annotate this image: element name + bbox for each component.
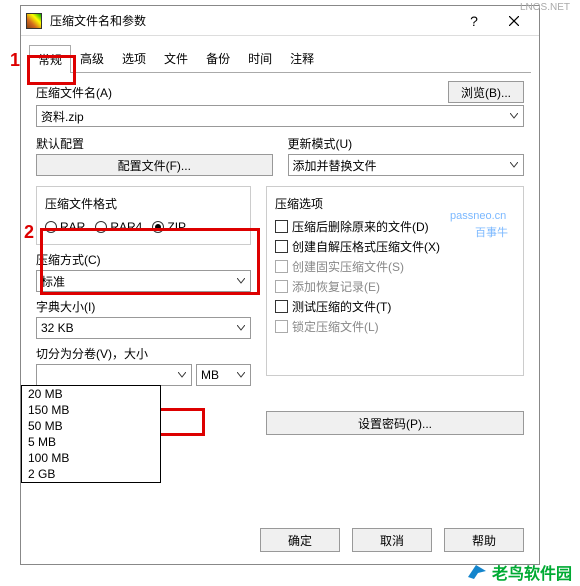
profiles-button[interactable]: 配置文件(F)... xyxy=(36,154,273,176)
radio-rar4[interactable]: RAR4 xyxy=(95,220,142,234)
radio-zip[interactable]: ZIP xyxy=(152,220,186,234)
dict-label: 字典大小(I) xyxy=(36,298,251,315)
dialog-window: 压缩文件名和参数 ? 常规 高级 选项 文件 备份 时间 注释 压缩文件名(A)… xyxy=(20,5,540,565)
split-option[interactable]: 5 MB xyxy=(22,434,160,450)
check-solid: 创建固实压缩文件(S) xyxy=(275,258,515,275)
method-combo[interactable]: 标准 xyxy=(36,270,251,292)
tab-files[interactable]: 文件 xyxy=(155,44,197,72)
watermark-url: passneo.cn xyxy=(450,210,506,222)
window-title: 压缩文件名和参数 xyxy=(50,12,454,29)
app-icon xyxy=(26,13,42,29)
format-label: 压缩文件格式 xyxy=(45,195,242,212)
split-label: 切分为分卷(V)，大小 xyxy=(36,345,251,362)
left-column: 压缩文件格式 RAR RAR4 ZIP 压缩方式(C) 标准 字典大小(I) 3… xyxy=(36,186,251,435)
check-sfx[interactable]: 创建自解压格式压缩文件(X) xyxy=(275,238,515,255)
bird-icon xyxy=(466,563,488,581)
set-password-button[interactable]: 设置密码(P)... xyxy=(266,411,524,435)
check-recovery: 添加恢复记录(E) xyxy=(275,278,515,295)
watermark-text: 百事牛 xyxy=(475,224,508,240)
tab-strip: 常规 高级 选项 文件 备份 时间 注释 xyxy=(29,44,531,73)
split-option[interactable]: 100 MB xyxy=(22,450,160,466)
browse-button[interactable]: 浏览(B)... xyxy=(448,81,524,103)
footer-logo: 老鸟软件园 xyxy=(466,560,572,584)
split-unit-combo[interactable]: MB xyxy=(196,364,251,386)
bottom-buttons: 确定 取消 帮助 xyxy=(260,528,524,552)
update-mode-combo[interactable]: 添加并替换文件 xyxy=(288,154,525,176)
help-button[interactable]: ? xyxy=(454,7,494,35)
close-icon xyxy=(509,16,519,26)
tab-backup[interactable]: 备份 xyxy=(197,44,239,72)
tab-time[interactable]: 时间 xyxy=(239,44,281,72)
format-group: 压缩文件格式 RAR RAR4 ZIP xyxy=(36,186,251,245)
check-lock: 锁定压缩文件(L) xyxy=(275,318,515,335)
dict-combo[interactable]: 32 KB xyxy=(36,317,251,339)
tab-content: 压缩文件名(A) 浏览(B)... 默认配置 配置文件(F)... 更新模式(U… xyxy=(21,73,539,443)
radio-rar[interactable]: RAR xyxy=(45,220,85,234)
help-button-bottom[interactable]: 帮助 xyxy=(444,528,524,552)
tab-comment[interactable]: 注释 xyxy=(281,44,323,72)
update-mode-label: 更新模式(U) xyxy=(288,135,525,152)
profile-label: 默认配置 xyxy=(36,135,273,152)
split-option[interactable]: 50 MB xyxy=(22,418,160,434)
split-option[interactable]: 150 MB xyxy=(22,402,160,418)
tab-advanced[interactable]: 高级 xyxy=(71,44,113,72)
archive-name-input[interactable] xyxy=(36,105,524,127)
method-label: 压缩方式(C) xyxy=(36,251,251,268)
split-option[interactable]: 2 GB xyxy=(22,466,160,482)
tab-general[interactable]: 常规 xyxy=(29,45,71,73)
split-option[interactable]: 20 MB xyxy=(22,386,160,402)
annotation-1: 1 xyxy=(10,50,20,71)
ok-button[interactable]: 确定 xyxy=(260,528,340,552)
annotation-2: 2 xyxy=(24,222,34,243)
split-dropdown-list[interactable]: 20 MB150 MB50 MB5 MB100 MB2 GB xyxy=(21,385,161,483)
check-test[interactable]: 测试压缩的文件(T) xyxy=(275,298,515,315)
archive-name-label: 压缩文件名(A) xyxy=(36,84,112,101)
split-size-input[interactable] xyxy=(36,364,192,386)
top-right-mark: LNOS.NET xyxy=(520,2,570,13)
tab-options[interactable]: 选项 xyxy=(113,44,155,72)
cancel-button[interactable]: 取消 xyxy=(352,528,432,552)
titlebar: 压缩文件名和参数 ? xyxy=(21,6,539,36)
